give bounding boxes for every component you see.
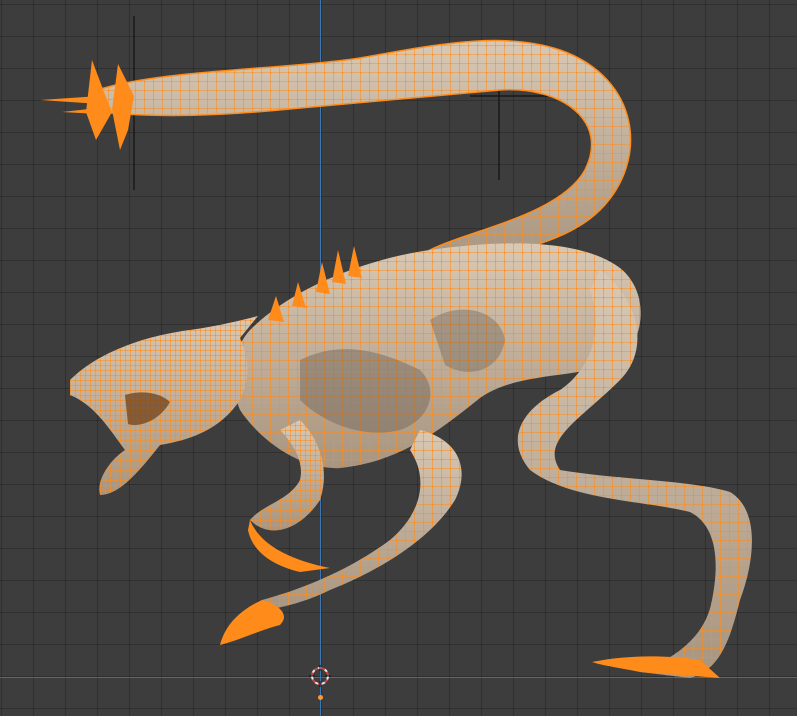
- 3d-cursor-icon[interactable]: [309, 665, 331, 687]
- creature-tail[interactable]: [91, 39, 632, 263]
- 3d-viewport[interactable]: [0, 0, 797, 716]
- mesh-scene[interactable]: [0, 0, 797, 716]
- object-origin-icon[interactable]: [318, 695, 323, 700]
- tail-tip-spikes[interactable]: [40, 60, 134, 150]
- creature-head[interactable]: [70, 316, 258, 495]
